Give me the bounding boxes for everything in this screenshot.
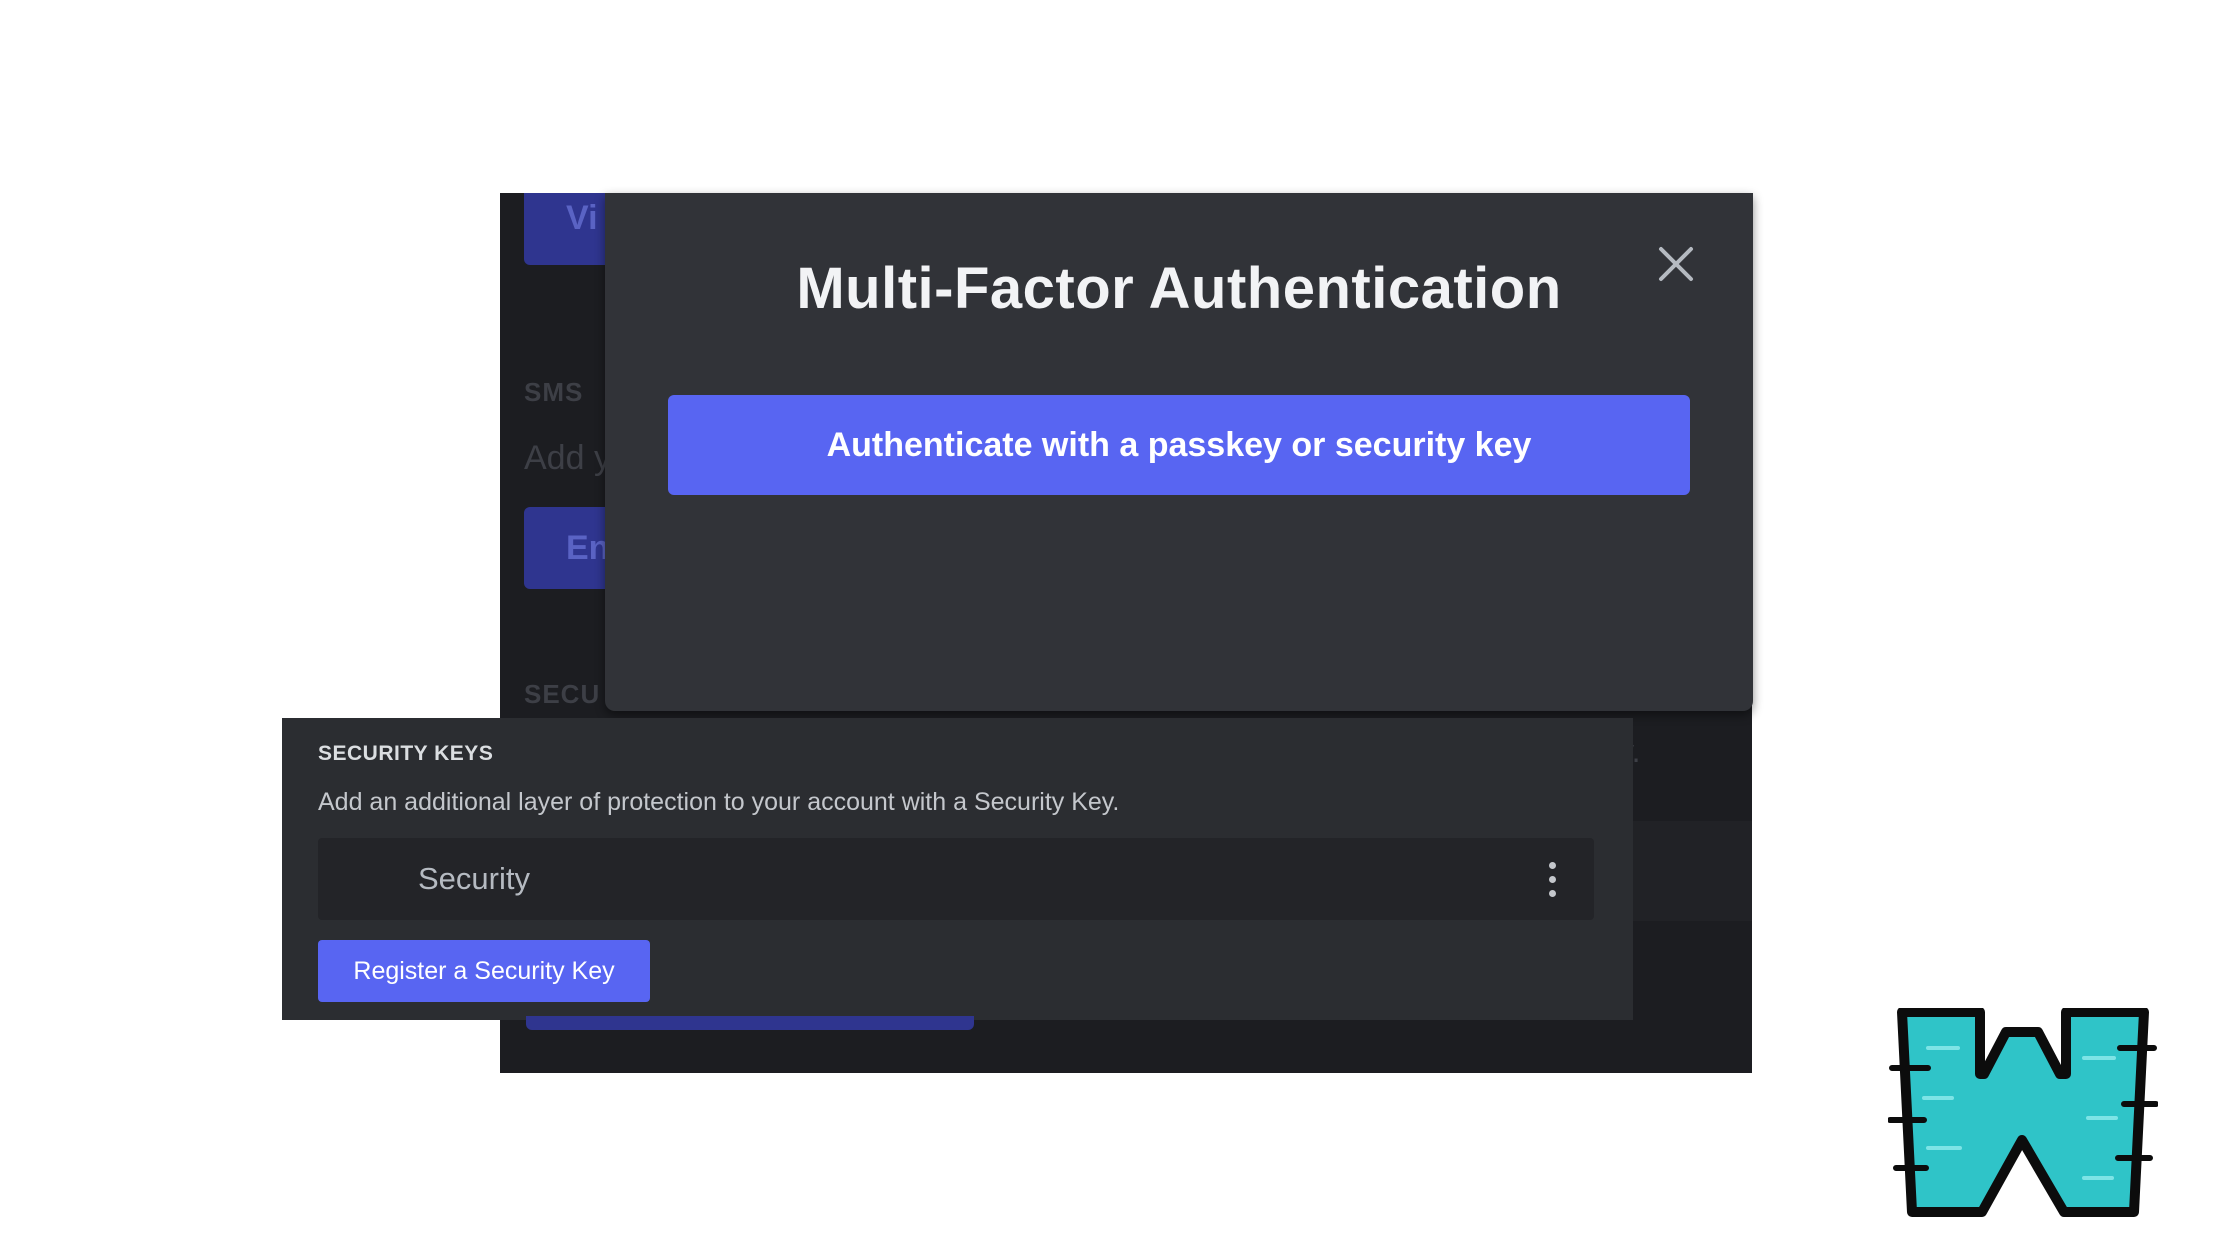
security-keys-panel: SECURITY KEYS Add an additional layer of…	[282, 718, 1633, 1020]
mfa-modal: Multi-Factor Authentication Authenticate…	[605, 193, 1753, 711]
w-logo-icon	[1887, 1007, 2159, 1222]
background-security-label: SECU	[524, 679, 601, 709]
close-icon[interactable]	[1651, 239, 1701, 289]
background-button-edge	[526, 1016, 974, 1030]
security-key-name: Security	[418, 861, 530, 896]
background-sms-text: Add y	[524, 439, 611, 477]
security-key-row[interactable]: Security	[318, 838, 1594, 920]
modal-title: Multi-Factor Authentication	[796, 256, 1562, 321]
screenshot-stage: Vi SMS Add y En SECU y. Multi-Factor Aut…	[0, 0, 2240, 1260]
background-sms-label: SMS	[524, 377, 584, 407]
vertical-dots-icon[interactable]	[1540, 860, 1564, 900]
security-keys-description: Add an additional layer of protection to…	[318, 788, 1120, 816]
authenticate-passkey-button[interactable]: Authenticate with a passkey or security …	[668, 395, 1690, 495]
register-security-key-button[interactable]: Register a Security Key	[318, 940, 650, 1002]
security-keys-heading: SECURITY KEYS	[318, 742, 494, 765]
